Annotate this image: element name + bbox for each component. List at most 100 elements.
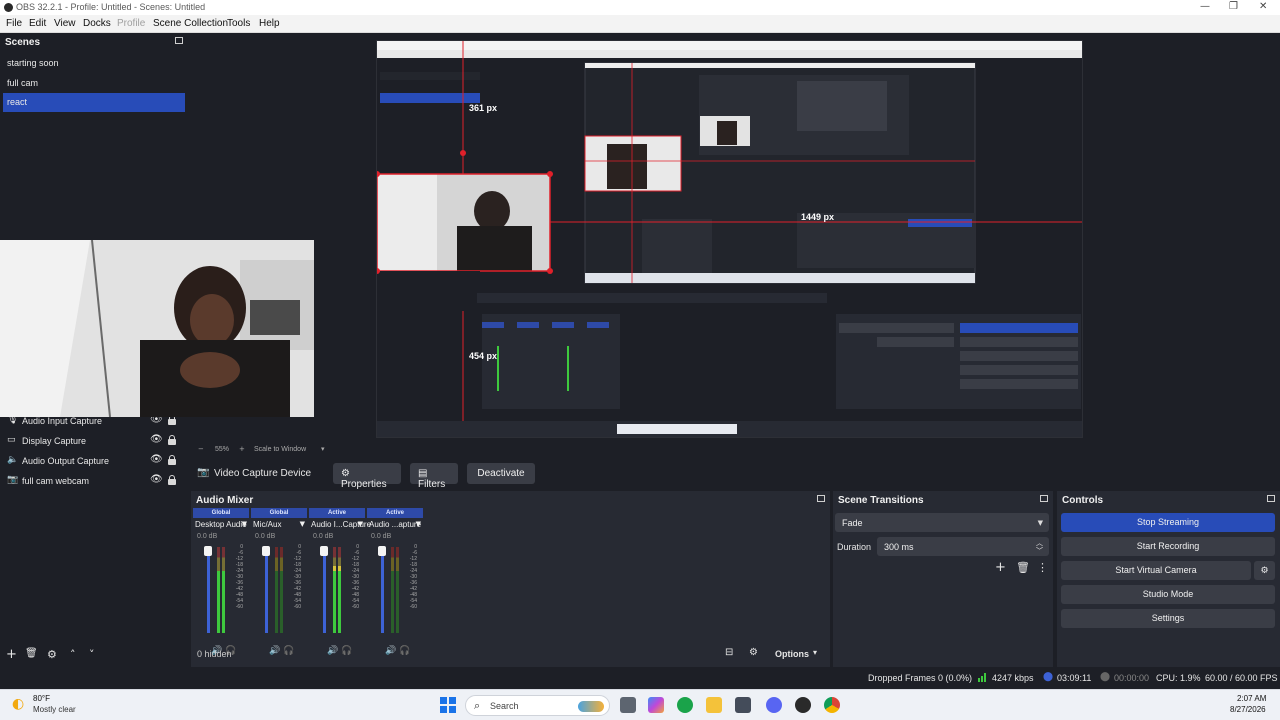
settings-button[interactable]: Settings: [1061, 609, 1275, 628]
measure-label-bottom: 454 px: [469, 351, 498, 361]
mixer-options-button[interactable]: Options: [775, 649, 809, 659]
menu-docks[interactable]: Docks: [83, 18, 111, 29]
volume-fader[interactable]: [381, 547, 384, 633]
volume-fader-handle[interactable]: [262, 546, 270, 556]
eye-icon[interactable]: 👁: [150, 454, 163, 465]
menu-view[interactable]: View: [54, 18, 76, 29]
transition-select[interactable]: Fade ▼: [835, 513, 1049, 532]
zoom-in-icon[interactable]: +: [239, 445, 245, 453]
layout-toggle-icon[interactable]: ⊟: [725, 647, 733, 658]
chevron-down-icon[interactable]: ▼: [242, 520, 247, 528]
dock-float-icon[interactable]: [817, 495, 825, 502]
stop-streaming-button[interactable]: Stop Streaming: [1061, 513, 1275, 532]
channel-name[interactable]: Audio ...apture: [369, 520, 421, 529]
eye-icon[interactable]: 👁: [150, 474, 163, 485]
speaker-icon[interactable]: 🔊: [327, 646, 338, 656]
scene-react[interactable]: react: [3, 93, 185, 112]
hidden-count[interactable]: 0 hidden: [197, 649, 232, 659]
headphones-icon[interactable]: 🎧: [283, 646, 294, 656]
trash-icon[interactable]: 🗑: [25, 648, 38, 659]
start-virtual-camera-button[interactable]: Start Virtual Camera: [1061, 561, 1251, 580]
source-audio-output-capture[interactable]: 🔈 Audio Output Capture 👁: [0, 452, 188, 470]
volume-fader[interactable]: [207, 547, 210, 633]
source-full-cam-webcam[interactable]: 📷 full cam webcam 👁: [0, 472, 188, 490]
menu-tools[interactable]: Tools: [227, 18, 250, 29]
volume-fader-handle[interactable]: [204, 546, 212, 556]
more-options-icon[interactable]: ⋮: [1037, 561, 1048, 574]
volume-fader[interactable]: [265, 547, 268, 633]
properties-label: Properties: [341, 479, 387, 490]
filters-button[interactable]: ▤ Filters: [410, 463, 458, 490]
lock-icon[interactable]: [168, 435, 176, 445]
menu-edit[interactable]: Edit: [29, 18, 46, 29]
advanced-audio-icon[interactable]: ⚙: [749, 647, 758, 658]
weather-desc[interactable]: Mostly clear: [33, 705, 76, 714]
taskbar-search[interactable]: ⌕ Search: [465, 695, 610, 716]
windows-start-icon[interactable]: [440, 697, 456, 713]
lock-icon[interactable]: [168, 475, 176, 485]
dock-float-icon[interactable]: [1267, 495, 1275, 502]
file-explorer-icon[interactable]: [706, 697, 722, 713]
speaker-icon[interactable]: 🔊: [269, 646, 280, 656]
channel-name[interactable]: Mic/Aux: [253, 520, 281, 529]
edge-icon[interactable]: [677, 697, 693, 713]
measure-label-top: 361 px: [469, 103, 498, 113]
studio-mode-button[interactable]: Studio Mode: [1061, 585, 1275, 604]
headphones-icon[interactable]: 🎧: [399, 646, 410, 656]
channel-status: Active: [309, 508, 365, 518]
add-icon[interactable]: +: [6, 647, 17, 662]
channel-status: Active: [367, 508, 423, 518]
meter-mask: [338, 547, 341, 566]
chevron-down-icon[interactable]: ▾: [321, 445, 325, 453]
lock-icon[interactable]: [168, 455, 176, 465]
copilot-icon[interactable]: [648, 697, 664, 713]
virtual-camera-settings-button[interactable]: ⚙: [1254, 561, 1275, 580]
chrome-icon[interactable]: [824, 697, 840, 713]
add-transition-icon[interactable]: +: [995, 560, 1006, 575]
chevron-down-icon[interactable]: ▼: [416, 520, 421, 528]
move-down-icon[interactable]: ˅: [89, 648, 95, 661]
weather-temp[interactable]: 80°F: [33, 694, 50, 703]
duration-spinbox[interactable]: 300 ms ︿ ﹀: [877, 537, 1049, 556]
chevron-down-icon[interactable]: ▼: [358, 520, 363, 528]
menu-help[interactable]: Help: [259, 18, 280, 29]
preview-canvas[interactable]: 361 px 1449 px 454 px: [376, 40, 1083, 438]
scale-mode-select[interactable]: Scale to Window: [254, 446, 306, 453]
monitor-icon: ▭: [7, 435, 16, 445]
clock-date[interactable]: 8/27/2026: [1230, 705, 1266, 714]
source-display-capture[interactable]: ▭ Display Capture 👁: [0, 432, 188, 450]
deactivate-button[interactable]: Deactivate: [467, 463, 535, 484]
task-view-icon[interactable]: [620, 697, 636, 713]
obs-icon[interactable]: [795, 697, 811, 713]
trash-icon[interactable]: 🗑: [1016, 561, 1030, 574]
properties-button[interactable]: ⚙ Properties: [333, 463, 401, 490]
clock-time[interactable]: 2:07 AM: [1237, 694, 1266, 703]
channel-name[interactable]: Desktop Audio: [195, 520, 247, 529]
dock-float-icon[interactable]: [175, 37, 183, 44]
chevron-down-icon[interactable]: ▼: [300, 520, 305, 528]
moon-weather-icon[interactable]: ◐: [12, 696, 24, 712]
eye-icon[interactable]: 👁: [150, 434, 163, 445]
start-recording-button[interactable]: Start Recording: [1061, 537, 1275, 556]
chevron-down-icon[interactable]: ﹀: [1036, 546, 1043, 556]
volume-fader[interactable]: [323, 547, 326, 633]
zoom-out-icon[interactable]: −: [198, 445, 204, 453]
volume-fader-handle[interactable]: [378, 546, 386, 556]
headphones-icon[interactable]: 🎧: [341, 646, 352, 656]
menu-profile[interactable]: Profile: [117, 18, 145, 29]
store-icon[interactable]: [735, 697, 751, 713]
volume-fader-handle[interactable]: [320, 546, 328, 556]
dock-float-icon[interactable]: [1040, 495, 1048, 502]
gear-icon[interactable]: ⚙: [47, 648, 57, 661]
menu-file[interactable]: File: [6, 18, 22, 29]
scene-full-cam[interactable]: full cam: [3, 74, 185, 93]
minimize-icon[interactable]: —: [1200, 1, 1210, 12]
close-icon[interactable]: ✕: [1259, 1, 1267, 12]
move-up-icon[interactable]: ˄: [70, 648, 76, 661]
speaker-icon[interactable]: 🔊: [385, 646, 396, 656]
scene-starting-soon[interactable]: starting soon: [3, 54, 185, 73]
discord-icon[interactable]: [766, 697, 782, 713]
maximize-icon[interactable]: ❐: [1229, 1, 1238, 12]
chevron-down-icon[interactable]: ▾: [813, 648, 817, 657]
menu-scene-collection[interactable]: Scene Collection: [153, 18, 228, 29]
